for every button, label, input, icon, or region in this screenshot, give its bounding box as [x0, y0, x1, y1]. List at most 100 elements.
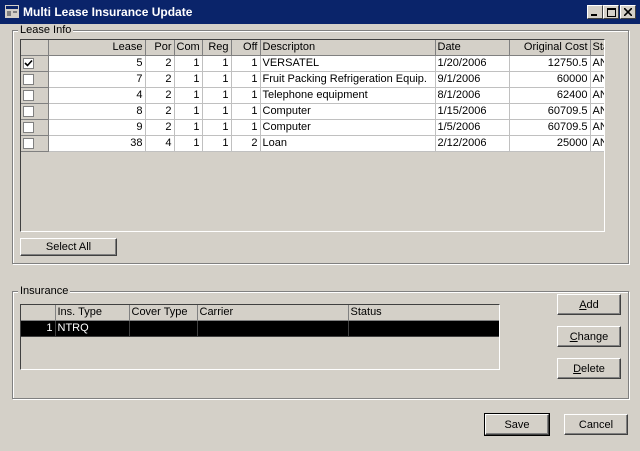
lease-cell[interactable]: 8 [48, 103, 146, 120]
row-checkbox[interactable] [23, 105, 34, 117]
status-cell[interactable]: ANOR [590, 103, 604, 120]
row-checkbox[interactable] [23, 57, 34, 69]
date-cell[interactable]: 1/20/2006 [435, 55, 510, 72]
off-cell[interactable]: 1 [231, 71, 261, 88]
col-header-description[interactable]: Descripton [260, 40, 436, 56]
status-cell[interactable]: ANOR [590, 119, 604, 136]
table-row[interactable]: 52111VERSATEL1/20/200612750.5ANOR [21, 55, 604, 72]
status-cell[interactable]: ANOR [590, 55, 604, 72]
table-row[interactable]: 82111Computer1/15/200660709.5ANOR [21, 103, 604, 120]
ins-type-cell[interactable]: NTRQ [55, 320, 130, 337]
description-cell[interactable]: Fruit Packing Refrigeration Equip. [260, 71, 436, 88]
col-header-reg[interactable]: Reg [202, 40, 232, 56]
com-cell[interactable]: 1 [174, 103, 203, 120]
lease-cell[interactable]: 9 [48, 119, 146, 136]
com-cell[interactable]: 1 [174, 71, 203, 88]
insurance-grid[interactable]: Ins. Type Cover Type Carrier Status 1 NTR… [20, 304, 500, 370]
col-header-off[interactable]: Off [231, 40, 261, 56]
status-cell[interactable]: ANOR [590, 71, 604, 88]
com-cell[interactable]: 1 [174, 135, 203, 152]
table-row[interactable]: 1 NTRQ [21, 320, 499, 337]
date-cell[interactable]: 8/1/2006 [435, 87, 510, 104]
save-button[interactable]: Save [484, 413, 550, 436]
original-cost-cell[interactable]: 25000 [509, 135, 591, 152]
com-cell[interactable]: 1 [174, 55, 203, 72]
table-row[interactable]: 384112Loan2/12/200625000ANOR [21, 135, 604, 152]
reg-cell[interactable]: 1 [202, 103, 232, 120]
reg-cell[interactable]: 1 [202, 87, 232, 104]
status-cell[interactable]: ANOR [590, 135, 604, 152]
lease-grid[interactable]: Lease Por Com Reg Off Descripton Date Or… [20, 39, 605, 232]
lease-cell[interactable]: 7 [48, 71, 146, 88]
reg-cell[interactable]: 1 [202, 55, 232, 72]
minimize-button[interactable] [587, 5, 603, 19]
reg-cell[interactable]: 1 [202, 71, 232, 88]
por-cell[interactable]: 2 [145, 87, 175, 104]
por-cell[interactable]: 2 [145, 119, 175, 136]
off-cell[interactable]: 2 [231, 135, 261, 152]
description-cell[interactable]: Computer [260, 119, 436, 136]
col-header-carrier[interactable]: Carrier [197, 305, 349, 321]
row-number-cell[interactable]: 1 [21, 320, 56, 337]
col-header-date[interactable]: Date [435, 40, 510, 56]
original-cost-cell[interactable]: 60709.5 [509, 119, 591, 136]
status-cell[interactable]: ANOR [590, 87, 604, 104]
row-checkbox[interactable] [23, 89, 34, 101]
description-cell[interactable]: Telephone equipment [260, 87, 436, 104]
off-cell[interactable]: 1 [231, 55, 261, 72]
original-cost-cell[interactable]: 62400 [509, 87, 591, 104]
col-header-por[interactable]: Por [145, 40, 175, 56]
maximize-button[interactable] [603, 5, 619, 19]
por-cell[interactable]: 2 [145, 71, 175, 88]
off-cell[interactable]: 1 [231, 119, 261, 136]
col-header-ins-status[interactable]: Status [348, 305, 499, 321]
col-header-ins-type[interactable]: Ins. Type [55, 305, 130, 321]
add-button[interactable]: Add [557, 294, 621, 315]
row-select-cell[interactable] [21, 119, 49, 136]
off-cell[interactable]: 1 [231, 103, 261, 120]
carrier-cell[interactable] [197, 320, 349, 337]
change-button[interactable]: Change [557, 326, 621, 347]
col-header-lease[interactable]: Lease [48, 40, 146, 56]
table-row[interactable]: 92111Computer1/5/200660709.5ANOR [21, 119, 604, 136]
original-cost-cell[interactable]: 12750.5 [509, 55, 591, 72]
row-checkbox[interactable] [23, 73, 34, 85]
date-cell[interactable]: 2/12/2006 [435, 135, 510, 152]
cover-type-cell[interactable] [129, 320, 198, 337]
table-row[interactable]: 7 2 1 1 1 Fruit Packing Refrigeration Equip. 9… [21, 71, 604, 88]
col-header-original-cost[interactable]: Original Cost [509, 40, 591, 56]
col-header-com[interactable]: Com [174, 40, 203, 56]
col-header-cover-type[interactable]: Cover Type [129, 305, 198, 321]
description-cell[interactable]: Computer [260, 103, 436, 120]
lease-cell[interactable]: 4 [48, 87, 146, 104]
select-all-button[interactable]: Select All [20, 238, 117, 256]
off-cell[interactable]: 1 [231, 87, 261, 104]
delete-button[interactable]: Delete [557, 358, 621, 379]
cancel-button[interactable]: Cancel [564, 414, 628, 435]
table-row[interactable]: 42111Telephone equipment8/1/200662400ANO… [21, 87, 604, 104]
original-cost-cell[interactable]: 60000 [509, 71, 591, 88]
row-select-cell[interactable] [21, 135, 49, 152]
row-select-cell[interactable] [21, 87, 49, 104]
title-bar[interactable]: Multi Lease Insurance Update [0, 0, 640, 24]
date-cell[interactable]: 9/1/2006 [435, 71, 510, 88]
row-select-cell[interactable] [21, 55, 49, 72]
row-checkbox[interactable] [23, 137, 34, 149]
original-cost-cell[interactable]: 60709.5 [509, 103, 591, 120]
com-cell[interactable]: 1 [174, 87, 203, 104]
com-cell[interactable]: 1 [174, 119, 203, 136]
close-button[interactable] [620, 5, 636, 19]
col-header-status[interactable]: Status [590, 40, 604, 56]
row-select-cell[interactable] [21, 71, 49, 88]
description-cell[interactable]: Loan [260, 135, 436, 152]
lease-cell[interactable]: 5 [48, 55, 146, 72]
date-cell[interactable]: 1/5/2006 [435, 119, 510, 136]
por-cell[interactable]: 2 [145, 55, 175, 72]
ins-status-cell[interactable] [348, 320, 499, 337]
reg-cell[interactable]: 1 [202, 135, 232, 152]
row-select-cell[interactable] [21, 103, 49, 120]
reg-cell[interactable]: 1 [202, 119, 232, 136]
date-cell[interactable]: 1/15/2006 [435, 103, 510, 120]
por-cell[interactable]: 4 [145, 135, 175, 152]
description-cell[interactable]: VERSATEL [260, 55, 436, 72]
